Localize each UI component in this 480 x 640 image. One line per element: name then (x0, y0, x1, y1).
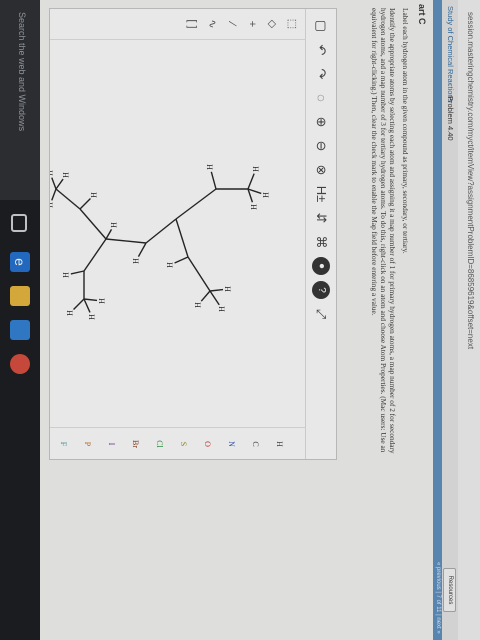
element-palette: H C N O S Cl Br I P F (50, 427, 306, 460)
redo-icon[interactable]: ↷ (312, 65, 330, 83)
hydrogen-atom[interactable]: H (109, 222, 118, 228)
select-tool-icon[interactable]: ⬚ (284, 15, 300, 33)
template-icon[interactable]: ⌘ (312, 233, 330, 251)
bond[interactable] (73, 298, 85, 310)
hydrogen-atom[interactable]: H (261, 192, 270, 198)
hydrogen-atom[interactable]: H (61, 272, 70, 278)
bond[interactable] (247, 173, 255, 190)
undo-icon[interactable]: ↶ (312, 41, 330, 59)
editor-left-toolbar: ⬚ ◇ + ⁄ ∿[ ] (50, 9, 306, 40)
zoom-out-icon[interactable]: ⊖ (312, 137, 330, 155)
file-explorer-icon[interactable] (10, 286, 30, 306)
hydrogen-atom[interactable]: H (217, 306, 226, 312)
bond[interactable] (51, 188, 57, 201)
bond[interactable] (137, 242, 147, 257)
problem-content: art C Label each hydrogen atom in the gi… (40, 0, 433, 640)
hydrogen-atom[interactable]: H (97, 298, 106, 304)
instruction-detail: Identify the appropriate atoms by select… (370, 8, 397, 454)
bracket-tool-icon[interactable]: [ ] (184, 15, 200, 33)
bond-tool-icon[interactable]: ⁄ (224, 15, 240, 33)
element-s[interactable]: S (179, 428, 188, 460)
hydrogen-atom[interactable]: H (65, 310, 74, 316)
hydrogen-atom[interactable]: H (251, 166, 260, 172)
zoom-fit-icon[interactable]: ⊗ (312, 161, 330, 179)
bond[interactable] (51, 177, 57, 190)
bond[interactable] (174, 256, 189, 264)
element-cl[interactable]: Cl (155, 428, 164, 460)
task-view-icon[interactable] (11, 214, 27, 232)
hydrogen-atom[interactable]: H (87, 314, 96, 320)
bond[interactable] (210, 171, 217, 190)
edge-browser-icon[interactable]: e (10, 252, 30, 272)
hydrogen-atom[interactable]: H (165, 262, 174, 268)
bond[interactable] (83, 298, 91, 313)
hydrogen-atom[interactable]: H (50, 202, 54, 208)
pager-bar: « previous | 7 of 11 | next » (433, 0, 442, 640)
zoom-in-icon[interactable]: ⊕ (312, 113, 330, 131)
bond[interactable] (105, 228, 113, 240)
element-o[interactable]: O (203, 428, 212, 460)
bond[interactable] (105, 238, 147, 244)
hydrogen-atom[interactable]: H (89, 192, 98, 198)
element-h[interactable]: H (275, 428, 284, 460)
explicit-hydrogens-icon[interactable]: H± (312, 185, 330, 203)
chain-tool-icon[interactable]: ∿ (204, 15, 220, 33)
element-i[interactable]: I (107, 428, 116, 460)
clean-icon[interactable]: ◌ (312, 89, 330, 107)
store-icon[interactable] (10, 320, 30, 340)
bond[interactable] (55, 178, 64, 190)
bond[interactable] (175, 188, 217, 220)
taskbar-search-text[interactable]: Search the web and Windows (17, 12, 27, 131)
pager-text[interactable]: « previous | 7 of 11 | next » (433, 562, 442, 634)
element-br[interactable]: Br (131, 428, 140, 460)
address-bar[interactable]: session.masteringchemistry.com/myct/item… (457, 0, 480, 640)
bond[interactable] (55, 188, 81, 210)
molecule-editor[interactable]: ▢ ↶ ↷ ◌ ⊕ ⊖ ⊗ H± ⇵ ⌘ ●? ⤢ ⬚ ◇ + ⁄ ∿[ ] H C N O S Cl Br I P F HHH… (49, 8, 337, 460)
bond[interactable] (209, 288, 224, 292)
fullscreen-icon[interactable]: ⤢ (312, 305, 330, 323)
taskbar: Search the web and Windows e (0, 0, 40, 640)
breadcrumb-separator: › (446, 83, 455, 86)
molecule-drawing[interactable]: HHHHHHHHHHHHHHHHHH (50, 39, 306, 427)
bond[interactable] (83, 238, 107, 272)
bond[interactable] (79, 198, 91, 210)
breadcrumb: Study of Chemical Reactions › Problem 4.… (441, 0, 458, 640)
hydrogen-atom[interactable]: H (249, 204, 258, 210)
instruction-primary: Label each hydrogen atom in the given co… (401, 8, 410, 254)
hydrogen-atom[interactable]: H (193, 302, 202, 308)
bond[interactable] (175, 218, 189, 258)
element-f[interactable]: F (59, 428, 68, 460)
resources-button[interactable]: Resources (443, 568, 456, 612)
url-text[interactable]: session.masteringchemistry.com/myct/item… (466, 12, 475, 349)
editor-toolbar: ▢ ↶ ↷ ◌ ⊕ ⊖ ⊗ H± ⇵ ⌘ ●? ⤢ (305, 9, 336, 459)
element-p[interactable]: P (83, 428, 92, 460)
screen: session.masteringchemistry.com/myct/item… (0, 0, 480, 640)
bond[interactable] (145, 218, 177, 244)
info-icon[interactable]: ● (312, 257, 330, 275)
bond[interactable] (187, 256, 211, 292)
hydrogen-atom[interactable]: H (61, 172, 70, 178)
part-title: art C (417, 4, 427, 25)
help-icon[interactable]: ? (312, 281, 330, 299)
bond[interactable] (209, 290, 220, 306)
stereo-icon[interactable]: ⇵ (312, 209, 330, 227)
element-c[interactable]: C (251, 428, 260, 460)
hydrogen-atom[interactable]: H (223, 286, 232, 292)
eraser-icon[interactable]: ◇ (264, 15, 280, 33)
element-n[interactable]: N (227, 428, 236, 460)
hydrogen-atom[interactable]: H (205, 164, 214, 170)
charge-plus-icon[interactable]: + (244, 15, 260, 33)
hydrogen-atom[interactable]: H (131, 258, 140, 264)
bond[interactable] (79, 208, 107, 240)
hydrogen-atom[interactable]: H (50, 170, 54, 176)
bond[interactable] (200, 290, 211, 302)
bond[interactable] (70, 270, 85, 275)
new-document-icon[interactable]: ▢ (312, 17, 330, 35)
chrome-icon[interactable] (10, 354, 30, 374)
taskbar-search-box[interactable]: Search the web and Windows (0, 0, 40, 200)
bond[interactable] (83, 298, 98, 302)
breadcrumb-current: Problem 4.40 (446, 96, 455, 141)
breadcrumb-link[interactable]: Study of Chemical Reactions (446, 6, 455, 102)
